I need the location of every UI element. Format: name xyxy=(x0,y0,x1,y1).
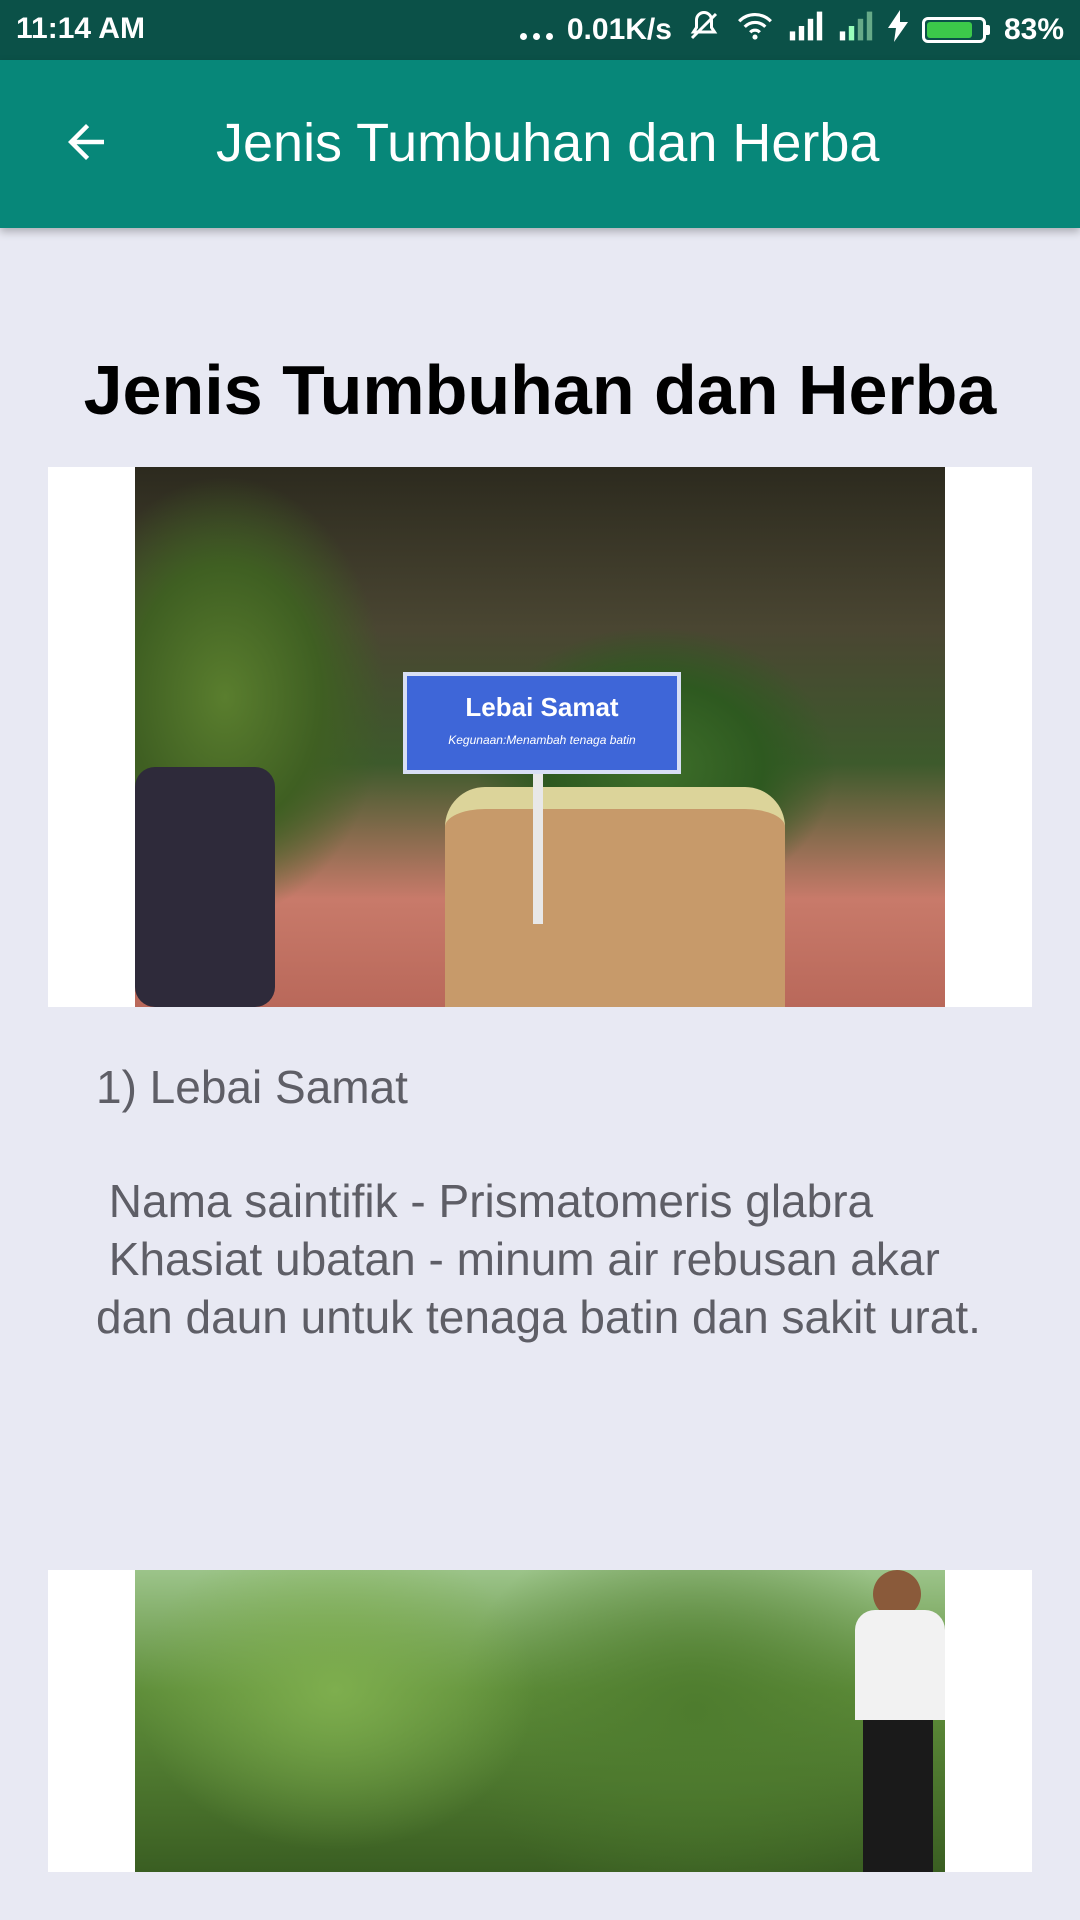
status-icons: 0.01K/s 83% xyxy=(519,8,1064,52)
forest-photo xyxy=(135,1570,945,1872)
charging-icon xyxy=(887,10,908,50)
plant-sign: Lebai Samat Kegunaan:Menambah tenaga bat… xyxy=(403,672,681,774)
sign-stake xyxy=(533,774,543,924)
arrow-back-icon xyxy=(68,124,104,160)
forest-image-card xyxy=(48,1570,1032,1872)
mute-icon xyxy=(686,8,722,52)
lebai-samat-photo: Lebai Samat Kegunaan:Menambah tenaga bat… xyxy=(135,467,945,1007)
status-time: 11:14 AM xyxy=(16,12,145,45)
side-pot xyxy=(135,767,275,1007)
battery-icon xyxy=(921,17,990,43)
page-heading: Jenis Tumbuhan dan Herba xyxy=(83,351,997,429)
plant-image-card: Lebai Samat Kegunaan:Menambah tenaga bat… xyxy=(48,467,1032,1007)
person-figure xyxy=(845,1570,945,1872)
network-speed: 0.01K/s xyxy=(566,13,672,46)
wifi-icon xyxy=(736,11,774,49)
item-description: Nama saintifik - Prismatomeris glabra Kh… xyxy=(96,1175,981,1343)
sign-subtitle: Kegunaan:Menambah tenaga batin xyxy=(448,733,636,747)
signal-icon xyxy=(788,11,824,49)
plant-pot xyxy=(445,787,785,1007)
battery-percent: 83% xyxy=(1003,13,1064,46)
more-dots-icon xyxy=(519,20,553,40)
signal-icon-2 xyxy=(838,11,874,49)
back-button[interactable] xyxy=(44,100,128,184)
app-bar: Jenis Tumbuhan dan Herba xyxy=(0,60,1080,228)
item-title: 1) Lebai Samat xyxy=(96,1061,408,1113)
status-bar: 11:14 AM 0.01K/s 83% xyxy=(0,0,1080,60)
sign-title: Lebai Samat xyxy=(465,692,619,722)
app-bar-title: Jenis Tumbuhan dan Herba xyxy=(216,113,880,173)
